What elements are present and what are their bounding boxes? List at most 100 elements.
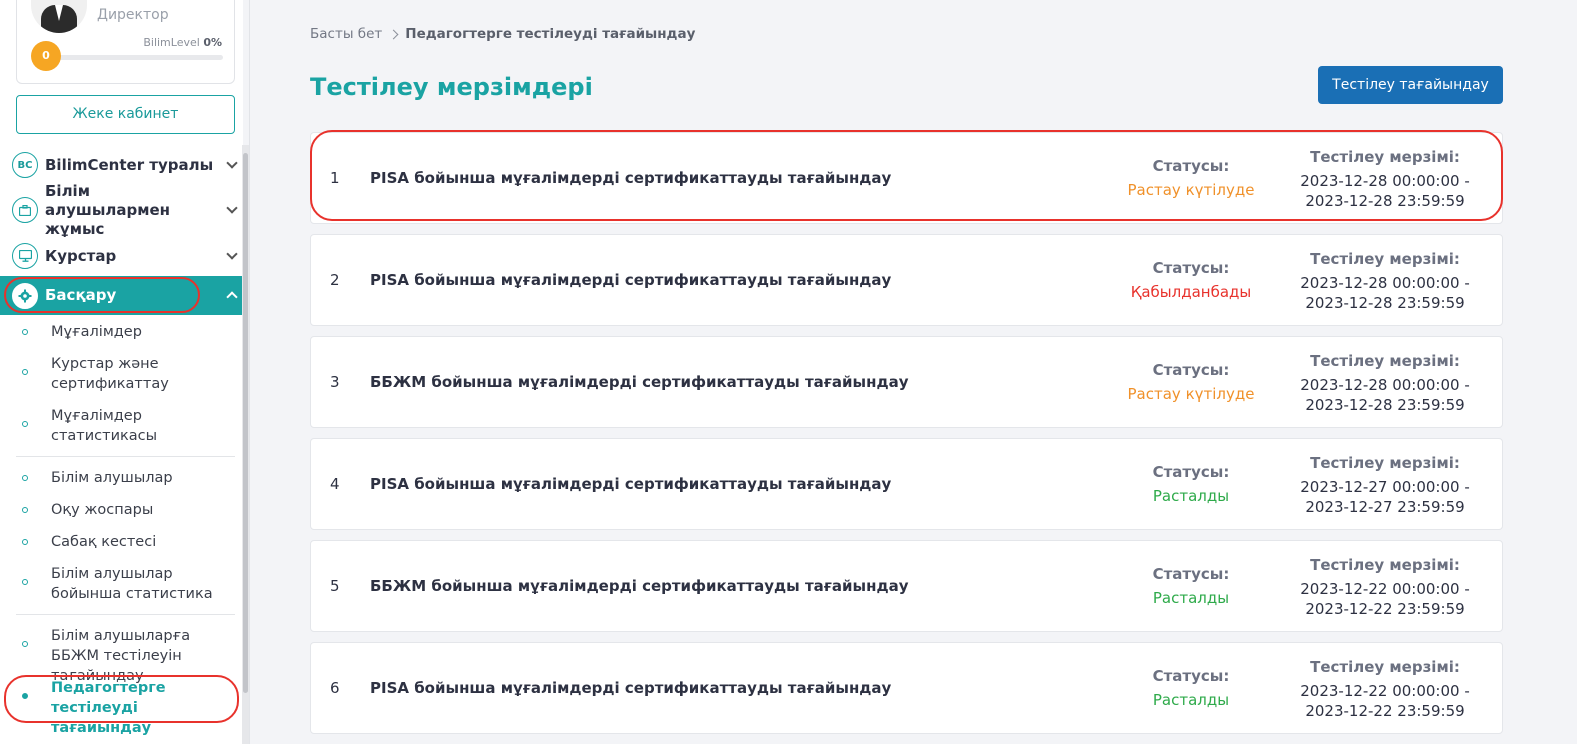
- sub-item-label: Мұғалімдер статистикасы: [51, 408, 158, 444]
- sub-item-label: Педагогтерге тестілеуді тағайындау: [51, 680, 166, 736]
- deadline-label: Тестілеу мерзімі:: [1310, 658, 1460, 676]
- sub-item-label: Білім алушылар: [51, 470, 173, 486]
- menu-item-label: BilimCenter туралы: [45, 155, 214, 174]
- sub-item-students-testing[interactable]: Білім алушыларға ББЖМ тестілеуін тағайын…: [0, 626, 242, 684]
- table-row[interactable]: 1 PISA бойынша мұғалімдерді сертификаттау…: [310, 132, 1503, 224]
- deadline-end: 2023-12-22 23:59:59: [1305, 600, 1465, 618]
- menu-item-students-work[interactable]: Білім алушылармен жұмыс: [0, 182, 242, 238]
- bullet-icon: [22, 421, 28, 427]
- profile-card: Директор BilimLevel 0% 0: [16, 0, 235, 84]
- deadline-start: 2023-12-27 00:00:00 -: [1300, 478, 1470, 496]
- status-value: Қабылданбады: [1130, 283, 1252, 301]
- deadline-start: 2023-12-28 00:00:00 -: [1300, 376, 1470, 394]
- sub-item-label: Білім алушылар бойынша статистика: [51, 566, 213, 602]
- row-number: 1: [330, 169, 340, 187]
- sub-item-teachers[interactable]: Мұғалімдер: [0, 322, 242, 344]
- sidebar-border: [249, 0, 250, 744]
- sub-item-students-statistics[interactable]: Білім алушылар бойынша статистика: [0, 564, 242, 606]
- table-row[interactable]: 4 PISA бойынша мұғалімдерді сертификаттау…: [310, 438, 1503, 530]
- table-row[interactable]: 6 PISA бойынша мұғалімдерді сертификаттау…: [310, 642, 1503, 734]
- row-title: PISA бойынша мұғалімдерді сертификаттауд…: [370, 169, 892, 187]
- assign-testing-button[interactable]: Тестілеу тағайындау: [1318, 66, 1503, 104]
- menu-item-courses[interactable]: Курстар: [0, 241, 242, 271]
- deadline-start: 2023-12-28 00:00:00 -: [1300, 172, 1470, 190]
- status-label: Статусы:: [1152, 565, 1230, 583]
- bullet-icon: [22, 329, 28, 335]
- briefcase-icon: [12, 197, 38, 223]
- sub-item-label: Мұғалімдер: [51, 324, 142, 340]
- sub-item-students[interactable]: Білім алушылар: [0, 468, 242, 490]
- level-progress-bar: [57, 55, 223, 60]
- breadcrumb-current: Педагогтерге тестілеуді тағайындау: [405, 26, 696, 42]
- sidebar-scrollbar[interactable]: [242, 145, 249, 744]
- status-label: Статусы:: [1152, 361, 1230, 379]
- profile-role: Директор: [97, 7, 169, 23]
- deadline-end: 2023-12-22 23:59:59: [1305, 702, 1465, 720]
- divider: [16, 456, 235, 457]
- divider: [16, 614, 235, 615]
- bullet-icon: [22, 539, 28, 545]
- breadcrumb: Басты бет Педагогтерге тестілеуді тағайы…: [310, 26, 695, 42]
- chevron-up-icon: [226, 291, 238, 303]
- bc-logo-icon: BC: [12, 152, 38, 178]
- row-number: 6: [330, 679, 340, 697]
- sub-item-schedule[interactable]: Сабақ кестесі: [0, 532, 242, 554]
- sidebar: Директор BilimLevel 0% 0 Жеке кабинет BC…: [0, 0, 243, 744]
- status-label: Статусы:: [1152, 259, 1230, 277]
- deadline-start: 2023-12-22 00:00:00 -: [1300, 580, 1470, 598]
- status-value: Растау күтілуде: [1127, 385, 1255, 403]
- breadcrumb-home[interactable]: Басты бет: [310, 26, 382, 42]
- chevron-right-icon: [388, 29, 399, 39]
- bullet-icon: [22, 641, 28, 647]
- row-number: 3: [330, 373, 340, 391]
- bullet-icon: [22, 693, 28, 699]
- bullet-icon: [22, 579, 28, 585]
- avatar: [31, 0, 87, 33]
- sub-item-curriculum[interactable]: Оқу жоспары: [0, 500, 242, 522]
- sub-item-teachers-statistics[interactable]: Мұғалімдер статистикасы: [0, 406, 242, 448]
- menu-item-management[interactable]: Басқару: [0, 276, 242, 315]
- table-row[interactable]: 5 ББЖМ бойынша мұғалімдерді сертификаттау…: [310, 540, 1503, 632]
- row-number: 5: [330, 577, 340, 595]
- sub-item-label: Білім алушыларға ББЖМ тестілеуін тағайын…: [51, 628, 191, 684]
- page-title: Тестілеу мерзімдері: [310, 73, 593, 101]
- status-label: Статусы:: [1152, 463, 1230, 481]
- sub-item-courses-certification[interactable]: Курстар және сертификаттау: [0, 354, 242, 396]
- deadline-end: 2023-12-27 23:59:59: [1305, 498, 1465, 516]
- status-label: Статусы:: [1152, 667, 1230, 685]
- deadline-end: 2023-12-28 23:59:59: [1305, 294, 1465, 312]
- menu-item-bilimcenter[interactable]: BC BilimCenter туралы: [0, 150, 242, 180]
- bullet-icon: [22, 369, 28, 375]
- level-label: BilimLevel 0%: [143, 36, 222, 49]
- sub-item-teachers-testing[interactable]: Педагогтерге тестілеуді тағайындау: [0, 678, 242, 736]
- sub-item-label: Сабақ кестесі: [51, 534, 157, 550]
- menu-item-label: Курстар: [45, 246, 117, 265]
- row-title: PISA бойынша мұғалімдерді сертификаттауд…: [370, 679, 892, 697]
- deadline-label: Тестілеу мерзімі:: [1310, 352, 1460, 370]
- table-row[interactable]: 2 PISA бойынша мұғалімдерді сертификаттау…: [310, 234, 1503, 326]
- personal-cabinet-button[interactable]: Жеке кабинет: [16, 95, 235, 134]
- bullet-icon: [22, 507, 28, 513]
- status-value: Расталды: [1152, 487, 1230, 505]
- deadline-end: 2023-12-28 23:59:59: [1305, 396, 1465, 414]
- table-row[interactable]: 3 ББЖМ бойынша мұғалімдерді сертификаттау…: [310, 336, 1503, 428]
- row-number: 2: [330, 271, 340, 289]
- deadline-label: Тестілеу мерзімі:: [1310, 250, 1460, 268]
- row-number: 4: [330, 475, 340, 493]
- deadline-end: 2023-12-28 23:59:59: [1305, 192, 1465, 210]
- bullet-icon: [22, 475, 28, 481]
- status-value: Расталды: [1152, 691, 1230, 709]
- status-label: Статусы:: [1152, 157, 1230, 175]
- sub-item-label: Курстар және сертификаттау: [51, 356, 169, 392]
- sub-item-label: Оқу жоспары: [51, 502, 154, 518]
- menu-item-label: Білім алушылармен жұмыс: [45, 181, 171, 238]
- row-title: ББЖМ бойынша мұғалімдерді сертификаттауд…: [370, 373, 909, 391]
- menu-item-label: Басқару: [45, 286, 117, 304]
- chevron-down-icon: [226, 248, 238, 260]
- monitor-icon: [12, 243, 38, 269]
- gear-icon: [12, 282, 38, 309]
- row-title: PISA бойынша мұғалімдерді сертификаттауд…: [370, 271, 892, 289]
- chevron-down-icon: [226, 202, 238, 214]
- deadline-start: 2023-12-22 00:00:00 -: [1300, 682, 1470, 700]
- chevron-down-icon: [226, 157, 238, 169]
